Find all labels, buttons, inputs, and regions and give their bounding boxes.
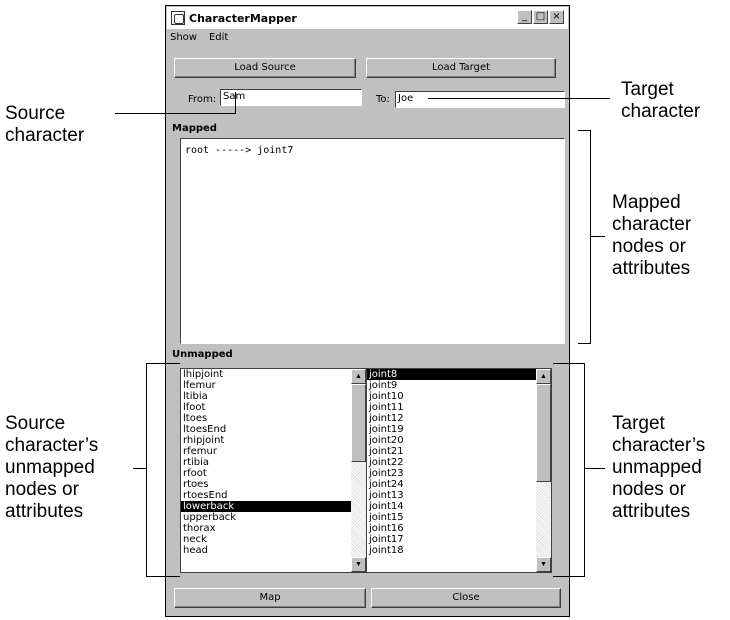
list-item[interactable]: upperback xyxy=(181,512,351,523)
load-source-button[interactable]: Load Source xyxy=(174,58,356,78)
source-items: lhipjoint lfemur ltibia lfoot ltoes ltoesEnd r… xyxy=(181,369,351,572)
scroll-down-icon[interactable]: ▼ xyxy=(536,557,551,572)
bracket-line xyxy=(133,468,146,469)
leader-line xyxy=(115,113,235,114)
list-item[interactable]: joint18 xyxy=(367,545,536,556)
list-item[interactable]: joint23 xyxy=(367,468,536,479)
callout-source-unmapped: Source character’s unmapped nodes or att… xyxy=(5,413,99,522)
list-item[interactable]: lfemur xyxy=(181,380,351,391)
list-item[interactable]: joint11 xyxy=(367,402,536,413)
target-items: joint8 joint9 joint10 joint11 joint12 joint19… xyxy=(367,369,536,572)
list-item[interactable]: ltibia xyxy=(181,391,351,402)
source-unmapped-list[interactable]: lhipjoint lfemur ltibia lfoot ltoes ltoesEnd r… xyxy=(180,368,367,573)
window-title: CharacterMapper xyxy=(189,11,297,25)
leader-line xyxy=(235,92,236,114)
list-item[interactable]: joint16 xyxy=(367,523,536,534)
from-label: From: xyxy=(188,94,217,105)
target-unmapped-list[interactable]: joint8 joint9 joint10 joint11 joint12 joint19… xyxy=(366,368,552,573)
list-item[interactable]: joint8 xyxy=(367,369,536,380)
list-item[interactable]: rfemur xyxy=(181,446,351,457)
menu-show[interactable]: Show xyxy=(169,32,198,48)
list-item[interactable]: joint13 xyxy=(367,490,536,501)
app-icon xyxy=(171,11,185,25)
list-item[interactable]: joint12 xyxy=(367,413,536,424)
list-item[interactable]: rtibia xyxy=(181,457,351,468)
bracket-line xyxy=(584,468,605,469)
list-item[interactable]: head xyxy=(181,545,351,556)
map-button[interactable]: Map xyxy=(174,588,366,608)
list-item[interactable]: lhipjoint xyxy=(181,369,351,380)
list-item[interactable]: lowerback xyxy=(181,501,351,512)
list-item[interactable]: joint24 xyxy=(367,479,536,490)
to-label: To: xyxy=(376,94,390,105)
target-scrollbar[interactable]: ▲ ▼ xyxy=(536,369,551,572)
list-item[interactable]: joint17 xyxy=(367,534,536,545)
scroll-up-icon[interactable]: ▲ xyxy=(536,369,551,384)
callout-source-character: Source character xyxy=(5,103,85,146)
list-item[interactable]: neck xyxy=(181,534,351,545)
bracket-line xyxy=(590,130,591,344)
callout-mapped-nodes: Mapped character nodes or attributes xyxy=(612,192,692,279)
list-item[interactable]: rhipjoint xyxy=(181,435,351,446)
bracket-line xyxy=(578,130,590,131)
close-button[interactable]: Close xyxy=(371,588,561,608)
scroll-thumb[interactable] xyxy=(351,384,366,462)
scroll-down-icon[interactable]: ▼ xyxy=(351,557,366,572)
close-window-button[interactable]: × xyxy=(549,10,564,24)
bracket-line xyxy=(584,363,585,577)
callout-target-character: Target character xyxy=(621,79,701,122)
load-target-button[interactable]: Load Target xyxy=(366,58,556,78)
to-field[interactable]: Joe xyxy=(395,91,565,108)
list-item[interactable]: ltoesEnd xyxy=(181,424,351,435)
list-item[interactable]: ltoes xyxy=(181,413,351,424)
from-field[interactable]: Sam xyxy=(220,89,362,106)
mapped-header: Mapped xyxy=(172,123,217,134)
title-bar[interactable]: CharacterMapper _ □ × xyxy=(167,7,568,29)
list-item[interactable]: joint10 xyxy=(367,391,536,402)
list-item[interactable]: joint9 xyxy=(367,380,536,391)
list-item[interactable]: thorax xyxy=(181,523,351,534)
maximize-button[interactable]: □ xyxy=(533,10,548,24)
callout-target-unmapped: Target character’s unmapped nodes or att… xyxy=(612,413,706,522)
window-controls: _ □ × xyxy=(517,10,564,24)
menu-edit[interactable]: Edit xyxy=(208,32,229,48)
mapped-list[interactable]: root -----> joint7 xyxy=(180,138,565,344)
list-item[interactable]: rtoesEnd xyxy=(181,490,351,501)
list-item[interactable]: joint19 xyxy=(367,424,536,435)
list-item[interactable]: joint21 xyxy=(367,446,536,457)
source-scrollbar[interactable]: ▲ ▼ xyxy=(351,369,366,572)
list-item[interactable]: rtoes xyxy=(181,479,351,490)
leader-line xyxy=(428,98,610,99)
minimize-button[interactable]: _ xyxy=(517,10,532,24)
bracket-line xyxy=(146,576,180,577)
list-item[interactable]: rfoot xyxy=(181,468,351,479)
bracket-line xyxy=(553,576,584,577)
list-item[interactable]: joint20 xyxy=(367,435,536,446)
bracket-line xyxy=(146,363,147,577)
charactermapper-window: CharacterMapper _ □ × Show Edit Load Sou… xyxy=(165,5,570,617)
mapped-entry[interactable]: root -----> joint7 xyxy=(185,145,560,156)
list-item[interactable]: joint22 xyxy=(367,457,536,468)
list-item[interactable]: joint14 xyxy=(367,501,536,512)
scroll-thumb[interactable] xyxy=(536,384,551,482)
list-item[interactable]: joint15 xyxy=(367,512,536,523)
bracket-line xyxy=(578,343,590,344)
unmapped-header: Unmapped xyxy=(172,349,233,360)
list-item[interactable]: lfoot xyxy=(181,402,351,413)
bracket-line xyxy=(590,236,605,237)
scroll-up-icon[interactable]: ▲ xyxy=(351,369,366,384)
bracket-line xyxy=(553,363,584,364)
menu-bar: Show Edit xyxy=(169,32,229,48)
bracket-line xyxy=(146,363,180,364)
